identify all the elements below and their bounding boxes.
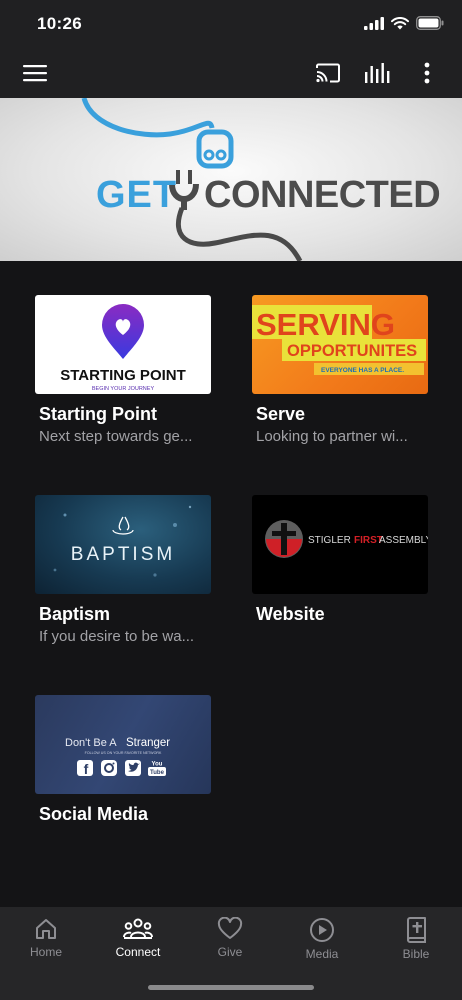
social-media-thumbnail: Don't Be A Stranger FOLLOW US ON YOUR FA… — [35, 695, 211, 794]
starting-point-thumb-title: STARTING POINT — [60, 367, 186, 384]
svg-text:You: You — [152, 762, 163, 768]
starting-point-thumb-sub: BEGIN YOUR JOURNEY — [92, 386, 155, 392]
serve-thumb-title: SERVING — [256, 307, 395, 342]
card-baptism[interactable]: BAPTISM Baptism If you desire to be wa..… — [35, 495, 211, 645]
card-social-media[interactable]: Don't Be A Stranger FOLLOW US ON YOUR FA… — [35, 695, 211, 825]
people-icon — [123, 918, 153, 939]
play-circle-icon — [310, 918, 334, 942]
status-icons — [364, 16, 444, 30]
social-thumb-line1: Don't Be A — [65, 737, 117, 749]
app-header — [0, 48, 462, 98]
serve-thumbnail: SERVING OPPORTUNITES EVERYONE HAS A PLAC… — [252, 295, 428, 394]
tab-bible[interactable]: Bible — [370, 907, 462, 967]
instagram-icon — [101, 760, 117, 776]
website-thumb-assembly: ASSEMBLY — [379, 535, 428, 546]
blue-cable — [81, 98, 215, 138]
hamburger-icon — [23, 65, 47, 82]
status-time: 10:26 — [37, 14, 82, 33]
tab-label: Connect — [115, 945, 161, 959]
more-options-button[interactable] — [410, 48, 444, 98]
social-thumb-sub: FOLLOW US ON YOUR FAVORITE NETWORK — [85, 751, 162, 755]
wifi-icon — [391, 16, 409, 29]
baptism-thumbnail: BAPTISM — [35, 495, 211, 594]
card-title: Serve — [256, 404, 306, 424]
water-drop-icon — [118, 516, 130, 531]
banner-art: GET CONNECTED — [81, 98, 441, 261]
svg-text:f: f — [84, 761, 89, 777]
banner-word-connected: CONNECTED — [204, 174, 440, 216]
website-thumbnail: STIGLER FIRST ASSEMBLY — [252, 495, 428, 594]
menu-button[interactable] — [14, 48, 56, 98]
heart-icon — [217, 917, 243, 939]
tab-give[interactable]: Give — [184, 907, 276, 967]
website-thumb-stigler: STIGLER — [308, 535, 351, 546]
tab-label: Home — [29, 945, 62, 959]
tab-home[interactable]: Home — [0, 907, 92, 967]
card-title: Social Media — [39, 804, 149, 824]
cast-button[interactable] — [306, 48, 350, 98]
facebook-icon: f — [77, 760, 93, 777]
connect-grid: STARTING POINT BEGIN YOUR JOURNEY Starti… — [0, 261, 462, 907]
get-connected-banner: GET CONNECTED — [0, 98, 462, 261]
more-vertical-icon — [424, 62, 430, 84]
tab-label: Media — [305, 947, 339, 961]
card-subtitle: If you desire to be wa... — [39, 628, 195, 645]
signal-icon — [364, 16, 384, 30]
baptism-thumb-title: BAPTISM — [71, 544, 175, 565]
twitter-icon — [125, 760, 141, 776]
battery-icon — [416, 16, 444, 30]
home-indicator — [148, 985, 314, 990]
card-title: Starting Point — [39, 404, 157, 424]
card-subtitle: Next step towards ge... — [39, 428, 193, 445]
tab-media[interactable]: Media — [276, 907, 368, 967]
card-title: Website — [256, 604, 325, 624]
tab-connect[interactable]: Connect — [92, 907, 184, 967]
serve-thumb-sub: EVERYONE HAS A PLACE. — [321, 367, 404, 374]
audio-button[interactable] — [356, 48, 400, 98]
starting-point-thumbnail: STARTING POINT BEGIN YOUR JOURNEY — [35, 295, 211, 394]
youtube-icon: You Tube — [148, 762, 166, 776]
status-bar: 10:26 — [0, 0, 462, 48]
card-website[interactable]: STIGLER FIRST ASSEMBLY Website — [252, 495, 428, 625]
social-thumb-line2: Stranger — [126, 737, 170, 749]
card-serve[interactable]: SERVING OPPORTUNITES EVERYONE HAS A PLAC… — [252, 295, 428, 445]
card-title: Baptism — [39, 604, 111, 624]
cast-icon — [316, 63, 340, 83]
blue-plug — [196, 129, 234, 169]
tab-label: Give — [217, 945, 243, 959]
serve-thumb-title2: OPPORTUNITES — [287, 342, 417, 360]
tab-label: Bible — [402, 947, 430, 961]
card-starting-point[interactable]: STARTING POINT BEGIN YOUR JOURNEY Starti… — [35, 295, 211, 445]
equalizer-icon — [365, 63, 390, 83]
card-subtitle: Looking to partner wi... — [256, 428, 408, 445]
banner-word-get: GET — [96, 174, 177, 216]
home-icon — [36, 919, 56, 939]
bible-icon — [407, 917, 426, 943]
svg-text:Tube: Tube — [150, 770, 165, 776]
